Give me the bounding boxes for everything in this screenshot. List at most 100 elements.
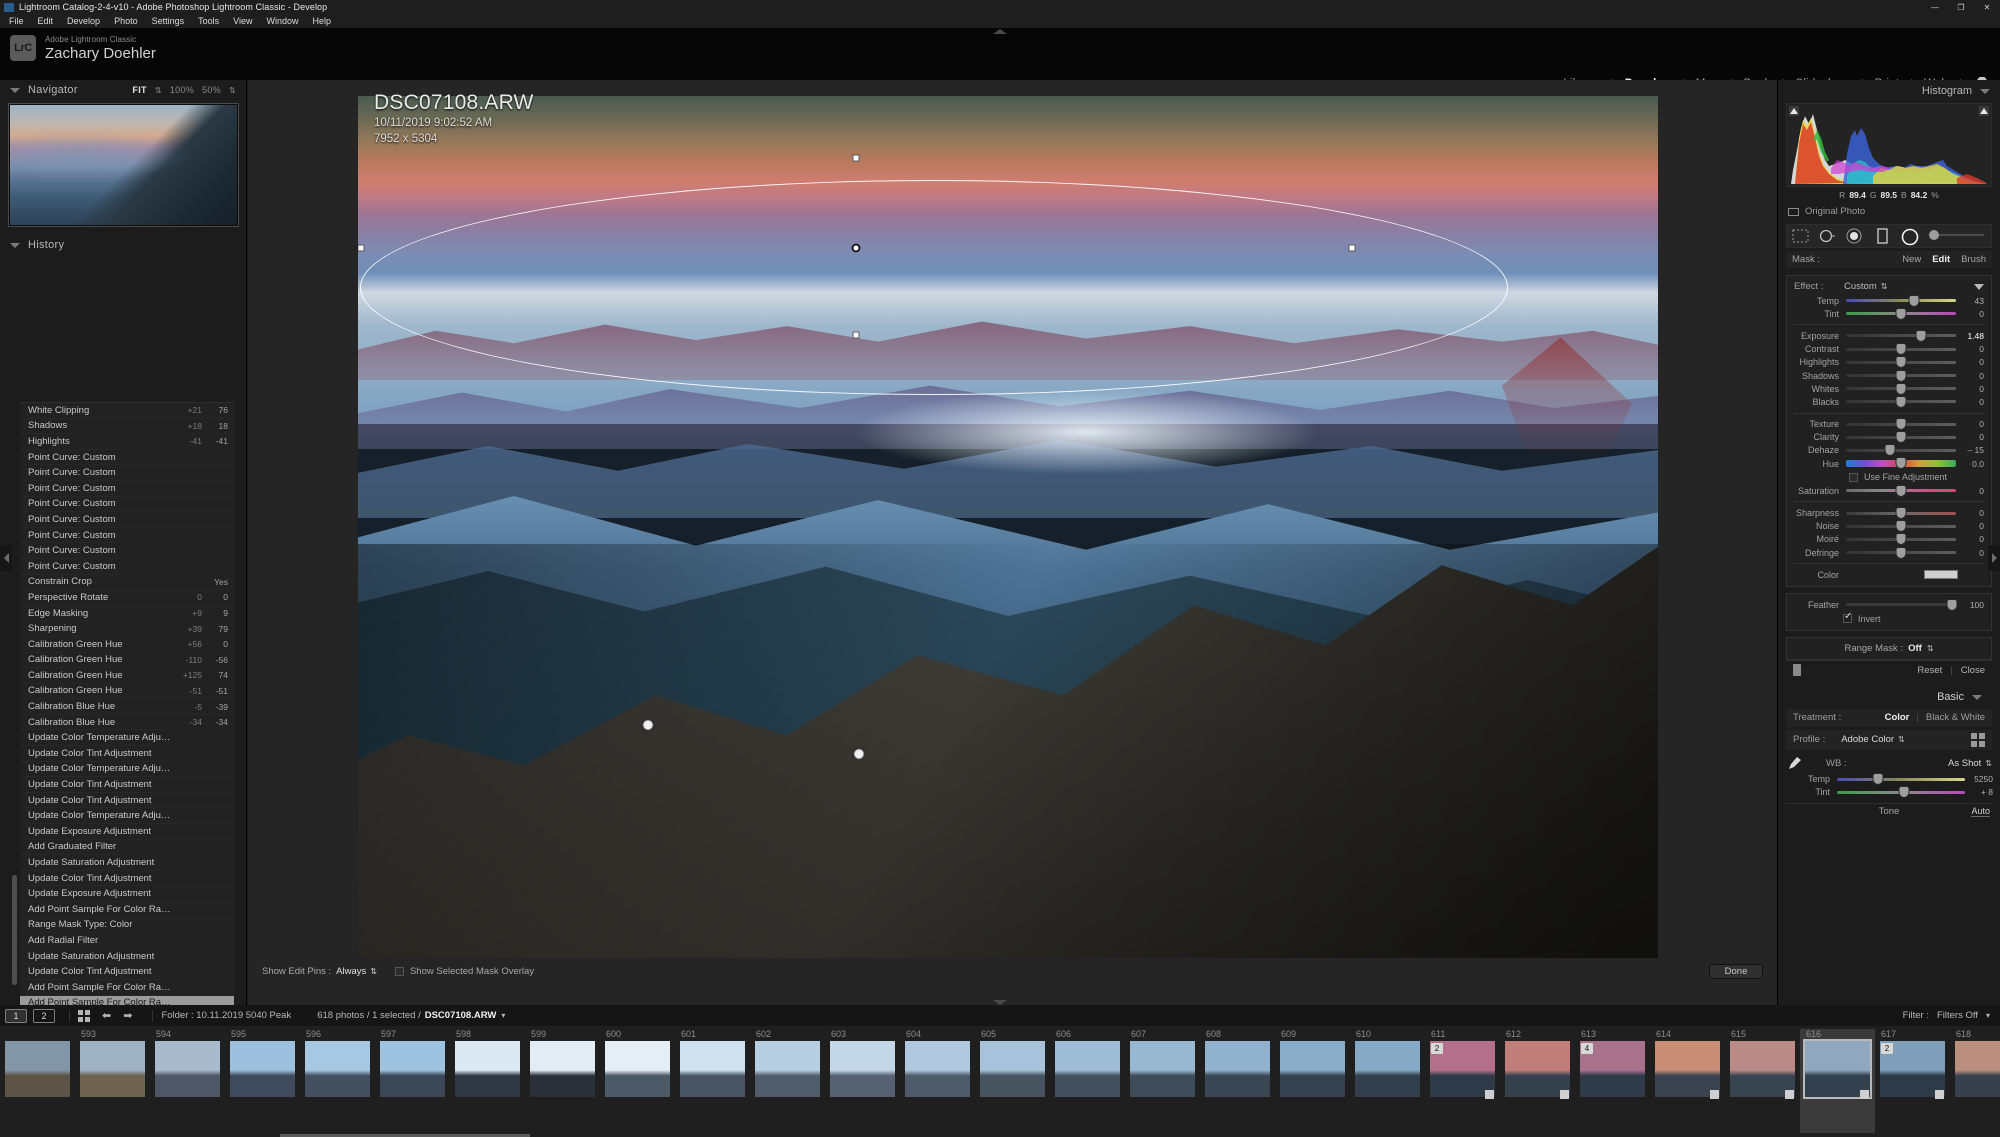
filmstrip-cell[interactable]: 610 xyxy=(1350,1029,1425,1133)
navigator-fit-stepper-icon[interactable]: ⇅ xyxy=(155,86,162,95)
history-row[interactable]: Add Point Sample For Color Range xyxy=(20,902,234,918)
slider-track[interactable] xyxy=(1846,485,1956,496)
filmstrip-file-dropdown-icon[interactable]: ▾ xyxy=(501,1011,505,1020)
filmstrip-cell[interactable]: 614 xyxy=(1650,1029,1725,1133)
history-row[interactable]: Range Mask Type: Color xyxy=(20,918,234,934)
filter-value[interactable]: Filters Off xyxy=(1937,1010,1978,1021)
menu-file[interactable]: File xyxy=(2,14,31,28)
slider-track[interactable] xyxy=(1846,357,1956,368)
filter-dropdown-icon[interactable]: ▾ xyxy=(1986,1011,1990,1020)
mask-switch-icon[interactable] xyxy=(1793,664,1801,677)
history-row[interactable]: Calibration Green Hue +56 0 xyxy=(20,637,234,653)
brush-mask-icon[interactable] xyxy=(1846,228,1863,245)
filmstrip-cell[interactable]: 609 xyxy=(1275,1029,1350,1133)
filmstrip-cell[interactable]: 599 xyxy=(525,1029,600,1133)
mask-edit-button[interactable]: Edit xyxy=(1932,254,1950,265)
history-row[interactable]: Point Curve: Custom xyxy=(20,450,234,466)
history-row[interactable]: Perspective Rotate 0 0 xyxy=(20,590,234,606)
basic-tint-row[interactable]: Tint + 8 xyxy=(1778,786,2000,799)
effect-slider-contrast[interactable]: Contrast 0 xyxy=(1787,343,1991,356)
filmstrip-thumbnail[interactable] xyxy=(380,1041,445,1097)
maximize-button[interactable]: ❐ xyxy=(1948,0,1974,14)
close-button[interactable]: ✕ xyxy=(1974,0,2000,14)
filmstrip-thumbnail[interactable] xyxy=(305,1041,370,1097)
range-mask-value[interactable]: Off xyxy=(1908,643,1922,654)
edit-pin-radial[interactable] xyxy=(853,748,865,760)
basic-temp-knob[interactable] xyxy=(1873,774,1883,785)
filmstrip-cell[interactable]: 605 xyxy=(975,1029,1050,1133)
wb-stepper-icon[interactable]: ⇅ xyxy=(1985,759,1992,768)
effect-preset-row[interactable]: Effect : Custom ⇅ xyxy=(1787,279,1991,294)
highlight-clipping-indicator[interactable] xyxy=(1979,106,1989,116)
history-row[interactable]: Point Curve: Custom xyxy=(20,481,234,497)
menu-help[interactable]: Help xyxy=(306,14,339,28)
slider-knob[interactable] xyxy=(1896,432,1906,443)
effect-slider-defringe[interactable]: Defringe 0 xyxy=(1787,546,1991,559)
filmstrip-thumbnail[interactable] xyxy=(1055,1041,1120,1097)
mask-new-button[interactable]: New xyxy=(1902,254,1921,265)
left-panel-collapse-arrow[interactable] xyxy=(0,545,12,571)
forward-arrow-icon[interactable]: ➡ xyxy=(123,1009,132,1022)
history-row[interactable]: Point Curve: Custom xyxy=(20,497,234,513)
effect-slider-hue[interactable]: Hue 0.0 xyxy=(1787,457,1991,470)
filmstrip-cell[interactable]: 606 xyxy=(1050,1029,1125,1133)
slider-knob[interactable] xyxy=(1885,445,1895,456)
mask-amount-slider[interactable] xyxy=(1928,228,1986,245)
filmstrip-stack-badge[interactable]: 2 xyxy=(1431,1043,1443,1054)
slider-track[interactable] xyxy=(1846,308,1956,319)
radial-gradient-mask-icon[interactable] xyxy=(1819,228,1836,245)
grid-view-icon[interactable] xyxy=(78,1009,90,1022)
effect-slider-blacks[interactable]: Blacks 0 xyxy=(1787,395,1991,408)
profile-stepper-icon[interactable]: ⇅ xyxy=(1898,735,1905,744)
eyedropper-icon[interactable] xyxy=(1786,756,1802,770)
effect-slider-dehaze[interactable]: Dehaze – 15 xyxy=(1787,444,1991,457)
mask-brush-button[interactable]: Brush xyxy=(1961,254,1986,265)
history-row[interactable]: Point Curve: Custom xyxy=(20,528,234,544)
history-row[interactable]: Edge Masking +9 9 xyxy=(20,606,234,622)
histogram-graph[interactable] xyxy=(1786,103,1992,187)
develop-photo[interactable] xyxy=(358,96,1658,958)
history-row[interactable]: Add Radial Filter xyxy=(20,933,234,949)
history-row[interactable]: White Clipping +21 76 xyxy=(20,403,234,419)
filmstrip[interactable]: 593 594 595 596 597 598 599 600 601 602 603 604 605 6… xyxy=(0,1026,2000,1137)
filmstrip-cell[interactable]: 618 xyxy=(1950,1029,2000,1133)
slider-knob[interactable] xyxy=(1896,419,1906,430)
menu-tools[interactable]: Tools xyxy=(191,14,226,28)
image-canvas[interactable]: DSC07108.ARW 10/11/2019 9:02:52 AM 7952 … xyxy=(248,80,1777,1005)
history-row[interactable]: Update Color Tint Adjustment xyxy=(20,793,234,809)
slider-knob[interactable] xyxy=(1896,383,1906,394)
filmstrip-thumbnail[interactable] xyxy=(1130,1041,1195,1097)
filmstrip-cell[interactable]: 617 2 xyxy=(1875,1029,1950,1133)
history-row[interactable]: Update Color Tint Adjustment xyxy=(20,871,234,887)
show-edit-pins-value[interactable]: Always xyxy=(336,966,366,977)
edit-pin-graduated[interactable] xyxy=(642,719,654,731)
history-list[interactable]: White Clipping +21 76 Shadows +18 18 Highlight… xyxy=(20,402,234,1052)
history-row[interactable]: Update Color Temperature Adjustment xyxy=(20,808,234,825)
filmstrip-cell[interactable] xyxy=(0,1029,75,1133)
effect-collapse-icon[interactable] xyxy=(1974,283,1984,290)
filmstrip-stack-badge[interactable]: 2 xyxy=(1881,1043,1893,1054)
slider-knob[interactable] xyxy=(1896,357,1906,368)
filmstrip-thumbnail[interactable] xyxy=(155,1041,220,1097)
chevron-down-icon[interactable] xyxy=(10,242,20,248)
slider-knob[interactable] xyxy=(1896,458,1906,469)
filmstrip-thumbnail[interactable] xyxy=(1355,1041,1420,1097)
filmstrip-cell[interactable]: 607 xyxy=(1125,1029,1200,1133)
filmstrip-folder-label[interactable]: Folder : 10.11.2019 5040 Peak xyxy=(161,1010,291,1021)
histogram-header[interactable]: Histogram xyxy=(1778,80,2000,102)
history-row[interactable]: Update Color Tint Adjustment xyxy=(20,777,234,793)
filmstrip-thumbnail[interactable] xyxy=(905,1041,970,1097)
effect-slider-texture[interactable]: Texture 0 xyxy=(1787,418,1991,431)
mask-overlay-checkbox[interactable] xyxy=(394,966,404,976)
history-row[interactable]: Point Curve: Custom xyxy=(20,512,234,528)
slider-track[interactable] xyxy=(1846,432,1956,443)
wb-value[interactable]: As Shot xyxy=(1948,758,1981,769)
filmstrip-current-file[interactable]: DSC07108.ARW xyxy=(425,1010,497,1021)
minimize-button[interactable]: — xyxy=(1922,0,1948,14)
view-mode-1-button[interactable]: 1 xyxy=(5,1008,27,1023)
history-row[interactable]: Update Saturation Adjustment xyxy=(20,855,234,871)
filmstrip-thumbnail[interactable] xyxy=(455,1041,520,1097)
view-mode-2-button[interactable]: 2 xyxy=(33,1008,55,1023)
filmstrip-thumbnail[interactable] xyxy=(1655,1041,1720,1097)
history-row[interactable]: Point Curve: Custom xyxy=(20,465,234,481)
